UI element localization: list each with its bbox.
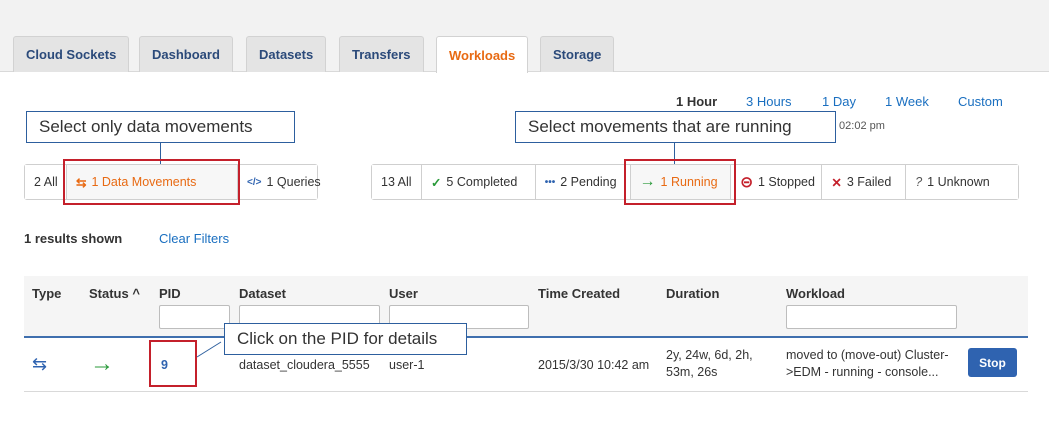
- status-filter-unknown[interactable]: ? 1 Unknown: [906, 165, 1018, 199]
- time-range-custom[interactable]: Custom: [958, 94, 1003, 109]
- stop-button[interactable]: Stop: [968, 348, 1017, 377]
- type-filter-data-movements[interactable]: ⇆ 1 Data Movements: [67, 165, 238, 199]
- time-range-1-day[interactable]: 1 Day: [822, 94, 856, 109]
- dots-icon: •••: [544, 176, 556, 188]
- status-filter-stopped[interactable]: ⊝ 1 Stopped: [731, 165, 823, 199]
- dataset-cell: dataset_cloudera_5555: [239, 358, 370, 372]
- arrows-exchange-icon: ⇆: [76, 175, 87, 190]
- type-filter-group: 2 All ⇆ 1 Data Movements </> 1 Queries: [24, 164, 321, 200]
- question-icon: ?: [915, 175, 923, 189]
- callout-data-movements: Select only data movements: [26, 111, 295, 143]
- status-filter-all[interactable]: 13 All: [372, 165, 422, 199]
- table-header: Type Status ^ PID Dataset User Time Crea…: [24, 276, 1028, 338]
- filter-label: 1 Running: [660, 175, 718, 189]
- filter-label: 5 Completed: [446, 175, 518, 189]
- workload-line-1: moved to (move-out) Cluster-: [786, 348, 949, 362]
- column-time-created[interactable]: Time Created: [538, 286, 620, 301]
- filter-label: 1 Stopped: [757, 175, 815, 189]
- code-icon: </>: [247, 176, 262, 188]
- status-filter-completed[interactable]: ✓ 5 Completed: [421, 165, 536, 199]
- workload-line-2: >EDM - running - console...: [786, 365, 939, 379]
- status-filter-pending[interactable]: ••• 2 Pending: [535, 165, 631, 199]
- data-movement-icon: ⇆: [32, 354, 48, 374]
- column-workload[interactable]: Workload: [786, 286, 845, 301]
- time-range-3-hours[interactable]: 3 Hours: [746, 94, 792, 109]
- results-count: 1 results shown: [24, 231, 123, 246]
- time-range-1-week[interactable]: 1 Week: [885, 94, 929, 109]
- table-row: ⇆ → 9 dataset_cloudera_5555 user-1 2015/…: [24, 340, 1028, 392]
- tab-datasets[interactable]: Datasets: [246, 36, 327, 72]
- tab-cloud-sockets[interactable]: Cloud Sockets: [13, 36, 130, 72]
- column-duration[interactable]: Duration: [666, 286, 719, 301]
- arrow-right-icon: →: [639, 173, 656, 190]
- running-arrow-icon: →: [90, 350, 114, 377]
- status-filter-failed[interactable]: ✕ 3 Failed: [822, 165, 907, 199]
- tab-workloads[interactable]: Workloads: [436, 36, 529, 73]
- filter-label: 1 Unknown: [927, 175, 990, 189]
- tab-dashboard[interactable]: Dashboard: [139, 36, 233, 72]
- column-user[interactable]: User: [389, 286, 418, 301]
- type-filter-queries[interactable]: </> 1 Queries: [238, 165, 321, 199]
- pid-link[interactable]: 9: [161, 358, 168, 372]
- filter-label: 1 Data Movements: [91, 175, 197, 189]
- filter-label: 2 All: [34, 175, 58, 189]
- tab-transfers[interactable]: Transfers: [339, 36, 424, 72]
- check-icon: ✓: [430, 175, 442, 190]
- time-created-cell: 2015/3/30 10:42 am: [538, 358, 650, 372]
- column-type[interactable]: Type: [32, 286, 61, 301]
- status-filter-running[interactable]: → 1 Running: [630, 165, 732, 199]
- callout-connector: [674, 143, 675, 164]
- callout-running: Select movements that are running: [515, 111, 836, 143]
- type-filter-all[interactable]: 2 All: [25, 165, 67, 199]
- callout-pid: Click on the PID for details: [224, 323, 467, 355]
- column-status[interactable]: Status ^: [89, 286, 140, 301]
- column-dataset[interactable]: Dataset: [239, 286, 286, 301]
- stop-circle-icon: ⊝: [740, 174, 753, 191]
- filter-label: 1 Queries: [266, 175, 321, 189]
- x-icon: ✕: [831, 175, 842, 190]
- pid-filter-input[interactable]: [159, 305, 230, 329]
- clear-filters-link[interactable]: Clear Filters: [159, 231, 229, 246]
- filter-label: 2 Pending: [560, 175, 617, 189]
- duration-line-1: 2y, 24w, 6d, 2h,: [666, 348, 753, 362]
- status-filter-group: 13 All ✓ 5 Completed ••• 2 Pending → 1 R…: [371, 164, 1019, 200]
- tab-storage[interactable]: Storage: [540, 36, 615, 72]
- callout-connector: [160, 143, 161, 164]
- callout-pointer-line: [196, 341, 222, 358]
- filter-label: 13 All: [381, 175, 412, 189]
- column-pid[interactable]: PID: [159, 286, 181, 301]
- filter-label: 3 Failed: [846, 175, 892, 189]
- duration-line-2: 53m, 26s: [666, 365, 718, 379]
- workload-filter-input[interactable]: [786, 305, 957, 329]
- user-cell: user-1: [389, 358, 425, 372]
